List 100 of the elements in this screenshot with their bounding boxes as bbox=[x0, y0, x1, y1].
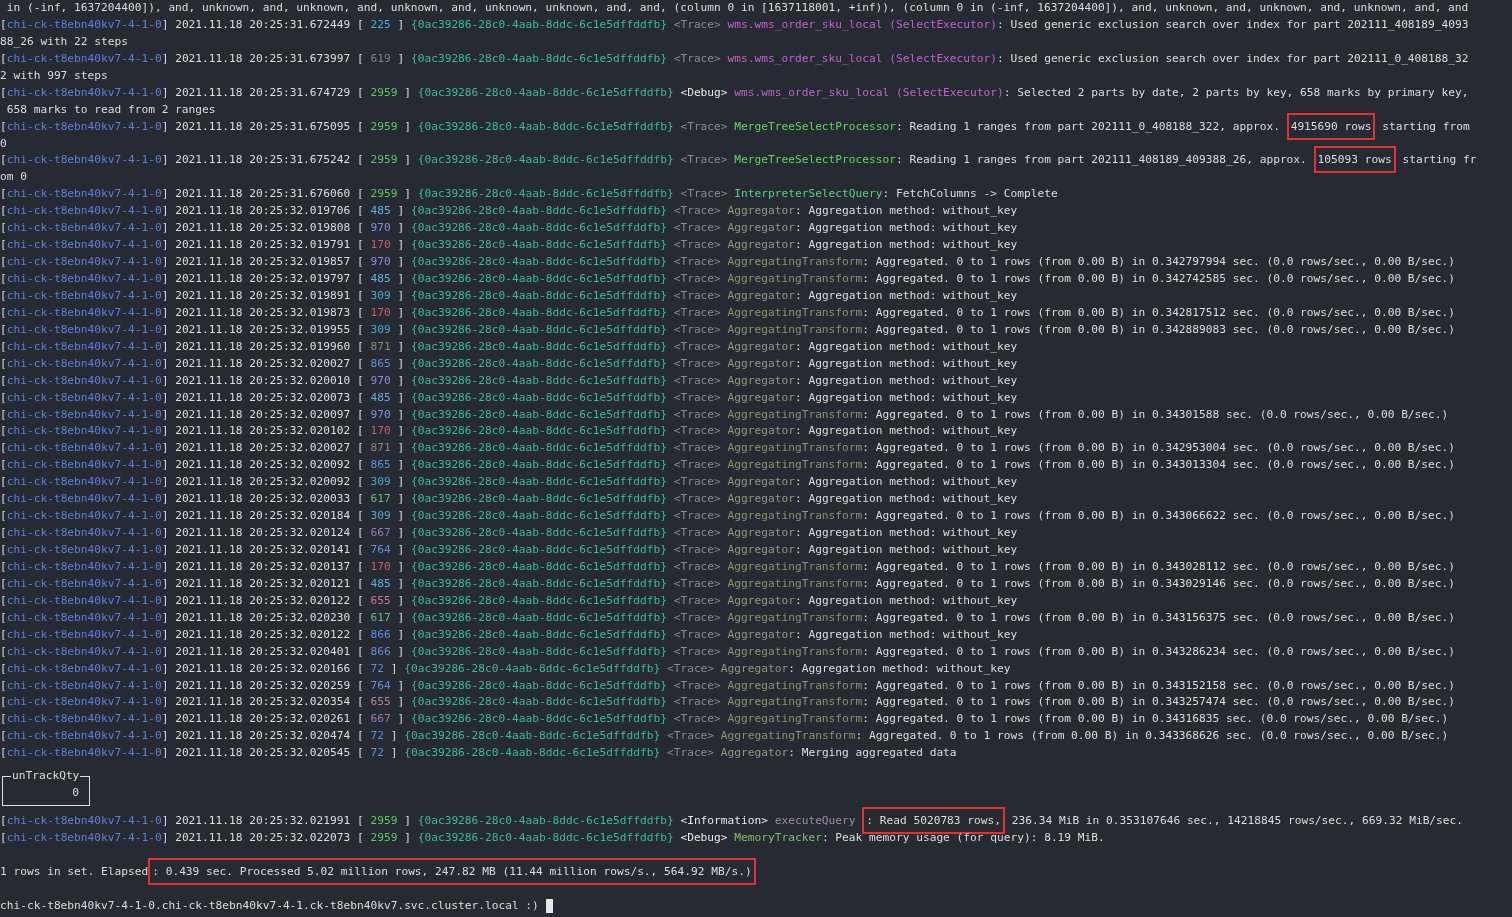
log-message: : Merging aggregated data bbox=[788, 746, 957, 760]
query-id: {0ac39286-28c0-4aab-8ddc-6c1e5dffddfb} bbox=[410, 221, 667, 235]
log-level: <Trace> bbox=[673, 356, 721, 370]
bracket: [ bbox=[0, 322, 7, 336]
timestamp: ] 2021.11.18 20:25:31.675242 [ bbox=[161, 153, 364, 167]
log-level: <Trace> bbox=[673, 322, 721, 336]
host-name: chi-ck-t8ebn40kv7-4-1-0 bbox=[6, 441, 162, 455]
host-name: chi-ck-t8ebn40kv7-4-1-0 bbox=[6, 593, 162, 607]
host-name: chi-ck-t8ebn40kv7-4-1-0 bbox=[6, 559, 162, 573]
log-message: : Aggregated. 0 to 1 rows (from 0.00 B) in 0.342797994 sec. (0.0 rows/sec., 0.00 B/sec.) bbox=[862, 255, 1456, 269]
log-message: : Aggregation method: without_key bbox=[794, 627, 1018, 641]
bracket: [ bbox=[0, 272, 7, 285]
timestamp: ] 2021.11.18 20:25:32.019955 [ bbox=[161, 322, 364, 336]
host-name: chi-ck-t8ebn40kv7-4-1-0 bbox=[6, 119, 162, 133]
timestamp: ] 2021.11.18 20:25:31.676060 [ bbox=[161, 187, 364, 201]
component-name: Aggregator bbox=[727, 288, 795, 302]
log-message: : Aggregated. 0 to 1 rows (from 0.00 B) in 0.343152158 sec. (0.0 rows/sec., 0.00 B/sec.) bbox=[862, 678, 1456, 692]
log-level: <Debug> bbox=[680, 85, 728, 99]
host-name: chi-ck-t8ebn40kv7-4-1-0 bbox=[6, 187, 162, 201]
thread-id: 309 bbox=[370, 509, 391, 523]
component-name: AggregatingTransform bbox=[727, 305, 863, 319]
thread-id: 485 bbox=[370, 204, 391, 218]
log-level: <Trace> bbox=[673, 526, 721, 540]
log-level: <Trace> bbox=[673, 390, 721, 404]
output-text: om 0 bbox=[0, 170, 27, 184]
component-name: MergeTreeSelectProcessor bbox=[734, 119, 896, 133]
log-message: starting fr bbox=[1402, 153, 1477, 167]
bracket: ] bbox=[397, 204, 405, 218]
query-id: {0ac39286-28c0-4aab-8ddc-6c1e5dffddfb} bbox=[404, 746, 661, 760]
bracket: ] bbox=[397, 424, 405, 438]
bracket: [ bbox=[0, 204, 7, 218]
bracket: ] bbox=[397, 356, 405, 370]
thread-id: 72 bbox=[370, 729, 384, 743]
bracket: [ bbox=[0, 746, 7, 760]
log-message: : Aggregation method: without_key bbox=[794, 204, 1018, 218]
thread-id: 970 bbox=[370, 255, 391, 269]
host-name: chi-ck-t8ebn40kv7-4-1-0 bbox=[6, 85, 162, 99]
timestamp: ] 2021.11.18 20:25:32.020137 [ bbox=[161, 559, 364, 573]
thread-id: 170 bbox=[370, 424, 391, 438]
thread-id: 2959 bbox=[370, 814, 398, 828]
bracket: ] bbox=[397, 51, 405, 65]
thread-id: 2959 bbox=[370, 153, 398, 167]
bracket: [ bbox=[0, 441, 7, 455]
query-id: {0ac39286-28c0-4aab-8ddc-6c1e5dffddfb} bbox=[410, 712, 667, 726]
thread-id: 72 bbox=[370, 661, 384, 675]
log-message: : FetchColumns -> Complete bbox=[882, 187, 1058, 201]
log-level: <Trace> bbox=[673, 288, 721, 302]
component-name: AggregatingTransform bbox=[727, 322, 863, 336]
log-level: <Trace> bbox=[666, 661, 715, 675]
log-message: starting from bbox=[1382, 119, 1470, 133]
log-level: <Trace> bbox=[673, 492, 721, 506]
host-name: chi-ck-t8ebn40kv7-4-1-0 bbox=[6, 610, 162, 624]
log-level: <Trace> bbox=[673, 51, 721, 65]
bracket: ] bbox=[397, 593, 405, 607]
log-message: : Aggregation method: without_key bbox=[794, 543, 1018, 556]
query-id: {0ac39286-28c0-4aab-8ddc-6c1e5dffddfb} bbox=[410, 526, 667, 540]
component-name: wms.wms_order_sku_local (SelectExecutor) bbox=[727, 51, 997, 65]
host-name: chi-ck-t8ebn40kv7-4-1-0 bbox=[6, 51, 162, 65]
component-name: Aggregator bbox=[727, 238, 795, 252]
host-name: chi-ck-t8ebn40kv7-4-1-0 bbox=[6, 407, 162, 421]
bracket: ] bbox=[404, 814, 411, 828]
log-level: <Trace> bbox=[673, 373, 721, 387]
host-name: chi-ck-t8ebn40kv7-4-1-0 bbox=[6, 356, 162, 370]
shell-prompt: chi-ck-t8ebn40kv7-4-1-0.chi-ck-t8ebn40kv7-4-1.ck-t8ebn40kv7.svc.cluster.local :) bbox=[0, 898, 539, 912]
thread-id: 655 bbox=[370, 695, 391, 709]
component-name: AggregatingTransform bbox=[727, 255, 863, 269]
log-level: <Trace> bbox=[680, 187, 728, 201]
log-message: : Aggregation method: without_key bbox=[794, 356, 1018, 370]
host-name: chi-ck-t8ebn40kv7-4-1-0 bbox=[6, 644, 162, 658]
thread-id: 871 bbox=[370, 441, 391, 455]
log-message: : Aggregation method: without_key bbox=[794, 238, 1018, 252]
timestamp: ] 2021.11.18 20:25:32.020092 [ bbox=[161, 458, 364, 472]
component-name: InterpreterSelectQuery bbox=[734, 187, 883, 201]
log-level: <Trace> bbox=[673, 221, 721, 235]
bracket: [ bbox=[0, 712, 7, 726]
thread-id: 619 bbox=[370, 51, 391, 65]
host-name: chi-ck-t8ebn40kv7-4-1-0 bbox=[6, 746, 162, 760]
timestamp: ] 2021.11.18 20:25:32.019873 [ bbox=[161, 305, 364, 319]
query-id: {0ac39286-28c0-4aab-8ddc-6c1e5dffddfb} bbox=[410, 51, 667, 65]
thread-id: 72 bbox=[370, 746, 384, 760]
timestamp: ] 2021.11.18 20:25:32.020092 [ bbox=[161, 475, 364, 489]
bracket: ] bbox=[397, 339, 405, 353]
host-name: chi-ck-t8ebn40kv7-4-1-0 bbox=[6, 272, 162, 285]
log-message: : Used generic exclusion search over index for part 202111_408189_4093 bbox=[997, 17, 1469, 31]
log-message: : Aggregation method: without_key bbox=[788, 661, 1011, 675]
log-level: <Trace> bbox=[673, 441, 721, 455]
bracket: [ bbox=[0, 627, 7, 641]
bracket: [ bbox=[0, 543, 7, 556]
bracket: [ bbox=[0, 695, 7, 709]
component-name: Aggregator bbox=[727, 424, 795, 438]
host-name: chi-ck-t8ebn40kv7-4-1-0 bbox=[6, 678, 162, 692]
bracket: ] bbox=[397, 390, 405, 404]
log-message: : Reading 1 ranges from part 202111_408189_409388_26, approx. bbox=[895, 153, 1307, 167]
query-id: {0ac39286-28c0-4aab-8ddc-6c1e5dffddfb} bbox=[417, 85, 674, 99]
bracket: ] bbox=[397, 238, 405, 252]
timestamp: ] 2021.11.18 20:25:32.021991 [ bbox=[161, 814, 364, 828]
log-level: <Trace> bbox=[673, 559, 721, 573]
bracket: [ bbox=[0, 475, 7, 489]
log-level: <Trace> bbox=[680, 153, 728, 167]
timestamp: ] 2021.11.18 20:25:32.019706 [ bbox=[161, 204, 364, 218]
